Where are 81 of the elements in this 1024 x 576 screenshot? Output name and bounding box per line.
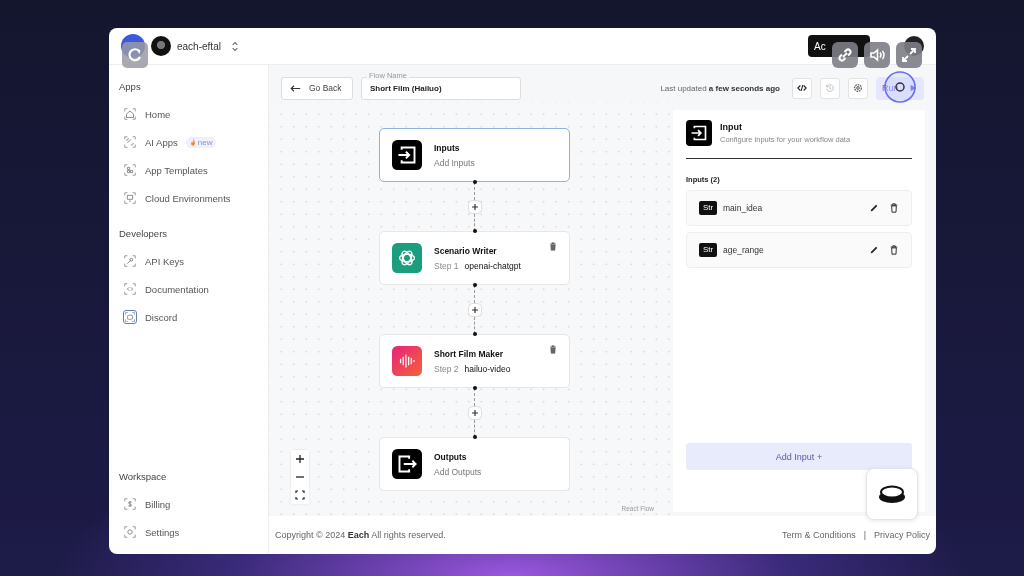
workspace-name[interactable]: each-eftal — [177, 40, 221, 52]
menu-icon — [123, 310, 137, 324]
sidebar-item[interactable]: Discord — [119, 303, 258, 331]
knot-icon — [392, 243, 422, 273]
menu-icon — [123, 191, 137, 205]
avatar — [151, 36, 171, 56]
add-input-button[interactable]: Add Input + — [686, 443, 912, 470]
section-title: Apps — [119, 81, 142, 92]
footer-link[interactable]: Term & Conditions — [782, 530, 856, 540]
step-label: Step 1 — [434, 260, 459, 271]
panel-title: Input — [720, 122, 743, 132]
section-title: Developers — [119, 228, 169, 239]
sidebar-item[interactable]: Home — [119, 100, 258, 128]
flow-node[interactable]: Outputs Add Outputs — [379, 437, 570, 491]
type-badge: Str — [699, 243, 717, 257]
refresh-button[interactable] — [122, 42, 148, 68]
button-stack-icon — [877, 483, 907, 505]
menu-icon — [123, 497, 137, 511]
input-icon — [392, 140, 422, 170]
sidebar-item[interactable]: AI Apps new — [119, 128, 258, 156]
pencil-icon[interactable] — [869, 245, 879, 255]
sidebar-item[interactable]: API Keys — [119, 247, 258, 275]
footer-link[interactable]: Privacy Policy — [874, 530, 930, 540]
add-step-icon[interactable] — [467, 302, 482, 317]
type-badge: Str — [699, 201, 717, 215]
menu-icon — [123, 107, 137, 121]
flow-node[interactable]: Scenario Writer Step 1 openai-chatgpt — [379, 231, 570, 285]
sidebar-item[interactable]: App Templates — [119, 156, 258, 184]
node-subtitle: Add Inputs — [434, 157, 475, 168]
node-title: Inputs — [434, 142, 461, 153]
sidebar-item[interactable]: Settings — [119, 518, 258, 546]
sidebar-item[interactable]: Billing — [119, 490, 258, 518]
sidebar-item[interactable]: Cloud Environments — [119, 184, 258, 212]
output-icon — [392, 449, 422, 479]
pencil-icon[interactable] — [869, 203, 879, 213]
trash-icon[interactable] — [889, 245, 899, 255]
last-updated-text: Last updated a few seconds ago — [660, 83, 780, 93]
add-step-icon[interactable] — [467, 405, 482, 420]
input-row[interactable]: Str age_range — [686, 232, 912, 268]
soundwave-icon — [392, 346, 422, 376]
model-name: openai-chatgpt — [464, 260, 521, 271]
input-name: main_idea — [723, 203, 764, 213]
menu-icon — [123, 525, 137, 539]
sound-button[interactable] — [864, 42, 890, 68]
play-icon — [908, 84, 917, 92]
copyright-text: Copyright © 2024 Each All rights reserved. — [275, 530, 446, 540]
sidebar-item[interactable]: Documentation — [119, 275, 258, 303]
widget-button[interactable] — [866, 468, 918, 520]
input-name: age_range — [723, 245, 765, 255]
back-button[interactable]: Go Back — [281, 76, 353, 100]
node-title: Outputs — [434, 451, 468, 462]
flow-node[interactable]: Short Film Maker Step 2 hailuo-video — [379, 334, 570, 388]
click-indicator-icon — [883, 70, 917, 104]
input-row[interactable]: Str main_idea — [686, 190, 912, 226]
menu-icon — [123, 135, 137, 149]
history-icon — [825, 83, 835, 93]
settings-icon — [853, 83, 863, 93]
node-title: Scenario Writer — [434, 245, 498, 256]
node-title: Short Film Maker — [434, 348, 504, 359]
model-name: hailuo-video — [464, 363, 511, 374]
link-button[interactable] — [832, 42, 858, 68]
chevron-icon[interactable] — [230, 40, 239, 52]
add-step-icon[interactable] — [467, 199, 482, 214]
node-subtitle: Add Outputs — [434, 466, 482, 477]
new-badge: new — [185, 136, 217, 148]
arrow-left-icon — [290, 83, 301, 93]
trash-icon[interactable] — [889, 203, 899, 213]
code-icon — [797, 83, 807, 93]
flow-node[interactable]: Inputs Add Inputs — [379, 128, 570, 182]
fullscreen-button[interactable] — [896, 42, 922, 68]
input-icon — [686, 120, 712, 146]
trash-icon[interactable] — [549, 345, 557, 354]
section-title: Workspace — [119, 471, 168, 482]
code-button[interactable] — [792, 77, 812, 99]
step-label: Step 2 — [434, 363, 459, 374]
menu-icon — [123, 163, 137, 177]
menu-icon — [123, 282, 137, 296]
separator: | — [863, 530, 866, 540]
trash-icon[interactable] — [549, 242, 557, 251]
menu-icon — [123, 254, 137, 268]
settings-button[interactable] — [848, 77, 868, 99]
